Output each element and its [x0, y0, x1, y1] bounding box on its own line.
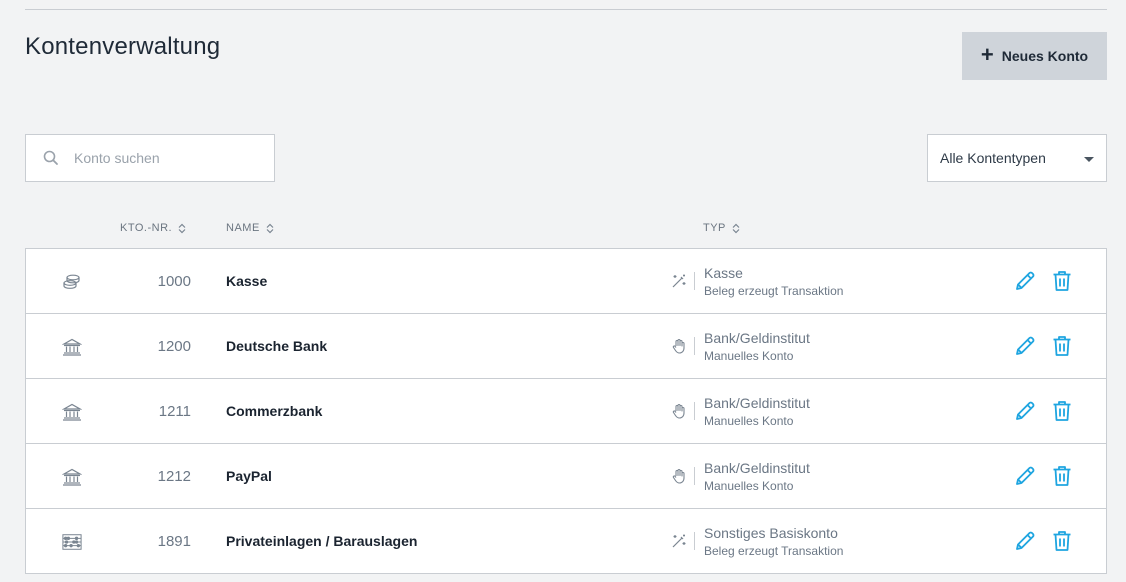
coins-icon — [62, 273, 82, 291]
edit-button[interactable] — [1014, 400, 1036, 422]
divider — [694, 402, 695, 420]
magic-wand-icon — [671, 533, 687, 549]
bank-icon — [62, 468, 82, 486]
account-number: 1212 — [157, 467, 191, 485]
account-type-select[interactable]: Alle Kontentypen — [927, 134, 1107, 182]
delete-button[interactable] — [1052, 335, 1072, 357]
account-type-label: Kasse — [704, 265, 743, 281]
trash-icon — [1053, 271, 1071, 291]
bank-icon — [62, 403, 82, 421]
account-type-label: Bank/Geldinstitut — [704, 330, 810, 346]
search-box[interactable] — [25, 134, 275, 182]
table-row-1211[interactable]: 1211 Commerzbank Bank/Geldinstitut Manue… — [26, 379, 1106, 444]
trash-icon — [1053, 336, 1071, 356]
top-divider — [25, 9, 1107, 10]
pencil-icon — [1016, 466, 1035, 485]
column-header-typ-label: TYP — [703, 222, 726, 234]
page-title: Kontenverwaltung — [25, 33, 221, 60]
sort-icon — [266, 223, 274, 234]
column-header-name-label: NAME — [226, 222, 260, 234]
account-number: 1211 — [158, 402, 191, 420]
bank-icon — [62, 338, 82, 356]
search-icon — [42, 149, 60, 167]
abacus-icon — [62, 533, 82, 551]
account-type: Sonstiges Basiskonto Beleg erzeugt Trans… — [704, 525, 843, 559]
edit-button[interactable] — [1014, 270, 1036, 292]
table-row-1212[interactable]: 1212 PayPal Bank/Geldinstitut Manuelles … — [26, 444, 1106, 509]
account-number: 1891 — [157, 532, 191, 550]
table-row-1891[interactable]: 1891 Privateinlagen / Barauslagen Sonsti… — [26, 509, 1106, 574]
account-number: 1200 — [157, 337, 191, 355]
hand-icon — [671, 403, 687, 419]
sort-icon — [178, 223, 186, 234]
account-type: Bank/Geldinstitut Manuelles Konto — [704, 395, 810, 429]
edit-button[interactable] — [1014, 335, 1036, 357]
divider — [694, 532, 695, 550]
new-account-button[interactable]: + Neues Konto — [962, 32, 1107, 80]
trash-icon — [1053, 466, 1071, 486]
account-type-sub: Beleg erzeugt Transaktion — [704, 544, 844, 558]
hand-icon — [671, 338, 687, 354]
divider — [694, 337, 695, 355]
column-header-nr-label: KTO.-NR. — [120, 222, 173, 234]
account-name[interactable]: PayPal — [226, 444, 272, 508]
divider — [694, 467, 695, 485]
delete-button[interactable] — [1052, 530, 1072, 552]
hand-icon — [671, 468, 687, 484]
edit-button[interactable] — [1014, 465, 1036, 487]
chevron-down-icon — [1084, 156, 1094, 162]
account-type-sub: Manuelles Konto — [704, 414, 794, 428]
delete-button[interactable] — [1052, 270, 1072, 292]
pencil-icon — [1016, 401, 1035, 420]
account-number: 1000 — [157, 272, 191, 290]
pencil-icon — [1016, 531, 1035, 550]
account-type-sub: Manuelles Konto — [704, 349, 794, 363]
delete-button[interactable] — [1052, 400, 1072, 422]
delete-button[interactable] — [1052, 465, 1072, 487]
search-input[interactable] — [74, 150, 274, 166]
trash-icon — [1053, 531, 1071, 551]
account-type: Kasse Beleg erzeugt Transaktion — [704, 265, 843, 299]
pencil-icon — [1016, 336, 1035, 355]
column-header-name[interactable]: NAME — [226, 222, 274, 234]
table-row-1200[interactable]: 1200 Deutsche Bank Bank/Geldinstitut Man… — [26, 314, 1106, 379]
plus-icon: + — [980, 42, 994, 67]
account-name[interactable]: Commerzbank — [226, 379, 322, 443]
account-type: Bank/Geldinstitut Manuelles Konto — [704, 330, 810, 364]
account-name[interactable]: Kasse — [226, 249, 267, 313]
pencil-icon — [1016, 271, 1035, 290]
column-header-nr[interactable]: KTO.-NR. — [120, 222, 186, 234]
account-type-label: Bank/Geldinstitut — [704, 395, 810, 411]
account-name[interactable]: Deutsche Bank — [226, 314, 327, 378]
edit-button[interactable] — [1014, 530, 1036, 552]
account-type: Bank/Geldinstitut Manuelles Konto — [704, 460, 810, 494]
account-type-select-value: Alle Kontentypen — [940, 150, 1046, 166]
trash-icon — [1053, 401, 1071, 421]
magic-wand-icon — [671, 273, 687, 289]
table-row-1000[interactable]: 1000 Kasse Kasse Beleg erzeugt Transakti… — [26, 249, 1106, 314]
sort-icon — [732, 223, 740, 234]
account-name[interactable]: Privateinlagen / Barauslagen — [226, 509, 417, 573]
new-account-button-label: Neues Konto — [1001, 48, 1089, 64]
account-type-label: Sonstiges Basiskonto — [704, 525, 838, 541]
account-type-sub: Beleg erzeugt Transaktion — [704, 284, 844, 298]
account-type-label: Bank/Geldinstitut — [704, 460, 810, 476]
account-type-sub: Manuelles Konto — [704, 479, 794, 493]
column-header-typ[interactable]: TYP — [703, 222, 740, 234]
accounts-table: 1000 Kasse Kasse Beleg erzeugt Transakti… — [25, 248, 1107, 574]
divider — [694, 272, 695, 290]
